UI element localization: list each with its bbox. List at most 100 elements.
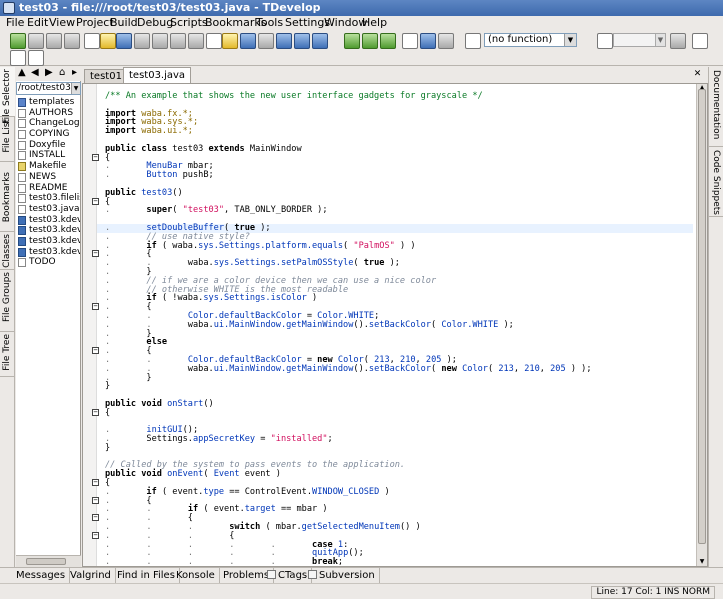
zoom-in-icon[interactable] [276, 33, 292, 49]
code-line[interactable]: } [105, 382, 693, 391]
code-line[interactable] [105, 180, 693, 189]
menu-tools[interactable]: Tools [256, 16, 283, 29]
scroll-down-icon[interactable]: ▼ [698, 558, 706, 566]
code-line[interactable]: . else [105, 338, 693, 347]
tab-file-list[interactable]: File List [0, 117, 15, 162]
list-item[interactable]: TODO [17, 257, 80, 268]
list-item[interactable]: INSTALL [17, 150, 80, 161]
new-project-icon[interactable] [10, 33, 26, 49]
code-line[interactable]: . Button pushB; [105, 171, 693, 180]
tab-messages[interactable]: Messages [12, 568, 71, 584]
home-icon[interactable]: ⌂ [59, 67, 65, 78]
list-item[interactable]: ChangeLog [17, 118, 80, 129]
class-combo[interactable]: ▼ [613, 33, 666, 47]
function-doc-icon[interactable] [465, 33, 481, 49]
menu-help[interactable]: Help [362, 16, 387, 29]
list-item[interactable]: templates [17, 97, 80, 108]
menu-view[interactable]: View [49, 16, 75, 29]
path-combo[interactable]: /root/test03/ ▼ [16, 82, 81, 95]
tab-file-groups[interactable]: File Groups [0, 270, 15, 332]
code-line[interactable]: . if ( !waba.sys.Settings.isColor ) [105, 294, 693, 303]
list-item[interactable]: test03.java [17, 204, 80, 215]
list-item[interactable]: Doxyfile [17, 140, 80, 151]
list-item[interactable]: Makefile [17, 161, 80, 172]
chevron-down-icon[interactable]: ▼ [564, 34, 576, 46]
function-combo[interactable]: (no function) ▼ [484, 33, 577, 47]
cut-icon[interactable] [188, 33, 204, 49]
menu-scripts[interactable]: Scripts [170, 16, 208, 29]
clear-icon[interactable] [670, 33, 686, 49]
code-line[interactable]: . . waba.ui.MainWindow.getMainWindow().s… [105, 320, 693, 330]
zoom-out-icon[interactable] [294, 33, 310, 49]
find-icon[interactable] [240, 33, 256, 49]
tab-test01[interactable]: test01 [84, 69, 128, 83]
code-line[interactable]: . Settings.appSecretKey = "installed"; [105, 435, 693, 444]
code-line[interactable]: } [105, 444, 693, 453]
list-item[interactable]: test03.filelist [17, 193, 80, 204]
copy-icon[interactable] [206, 33, 222, 49]
menu-file[interactable]: File [6, 16, 24, 29]
menu-edit[interactable]: Edit [27, 16, 48, 29]
forward-icon[interactable] [64, 33, 80, 49]
back-arrow-icon[interactable]: ◀ [31, 67, 39, 78]
fold-marker-icon[interactable]: − [92, 153, 99, 161]
file-list-scrollbar[interactable] [16, 555, 81, 567]
stop-build-icon[interactable] [438, 33, 454, 49]
menu-window[interactable]: Window [324, 16, 367, 29]
menu-debug[interactable]: Debug [137, 16, 173, 29]
build-icon[interactable] [362, 33, 378, 49]
code-line[interactable]: . super( "test03", TAB_ONLY_BORDER ); [105, 206, 693, 215]
redo-icon[interactable] [170, 33, 186, 49]
close-icon[interactable]: ✕ [693, 70, 702, 79]
list-item[interactable]: test03.kdeve [17, 236, 80, 247]
debug-icon[interactable] [420, 33, 436, 49]
run-icon[interactable] [380, 33, 396, 49]
tab-find-in-files[interactable]: Find in Files [113, 568, 180, 584]
code-editor[interactable]: /** An example that shows the new user i… [82, 83, 708, 567]
paste-icon[interactable] [222, 33, 238, 49]
code-line[interactable]: . . waba.sys.Settings.setPalmOSStyle( tr… [105, 259, 693, 268]
chevron-down-icon[interactable]: ▼ [655, 34, 665, 46]
tab-bookmarks[interactable]: Bookmarks [0, 162, 15, 232]
fold-marker-icon[interactable]: − [92, 250, 99, 258]
code-line[interactable]: . if ( event.type == ControlEvent.WINDOW… [105, 487, 693, 497]
code-line[interactable]: −{ [92, 408, 693, 418]
list-item[interactable]: test03.kdevs [17, 247, 80, 258]
code-line[interactable]: public class test03 extends MainWindow [105, 144, 693, 154]
new-class-icon[interactable] [402, 33, 418, 49]
chevron-down-icon[interactable]: ▼ [71, 83, 80, 94]
tab-documentation[interactable]: Documentation [709, 67, 723, 147]
list-item[interactable]: test03.kdeve [17, 225, 80, 236]
code-line[interactable]: . } [105, 329, 693, 339]
tab-konsole[interactable]: Konsole [172, 568, 220, 584]
list-item[interactable]: README [17, 183, 80, 194]
new-doc-icon[interactable] [10, 50, 26, 66]
code-line[interactable]: public test03() [105, 188, 693, 198]
open-doc-icon[interactable] [28, 50, 44, 66]
code-line[interactable]: . . . . . break; [105, 558, 693, 567]
code-line[interactable]: public void onStart() [105, 399, 693, 409]
menu-build[interactable]: Build [110, 16, 138, 29]
up-arrow-icon[interactable]: ▲ [18, 67, 26, 78]
list-item[interactable]: NEWS [17, 172, 80, 183]
compile-icon[interactable] [344, 33, 360, 49]
fold-marker-icon[interactable]: − [92, 197, 99, 205]
save-icon[interactable] [116, 33, 132, 49]
code-line[interactable]: /** An example that shows the new user i… [105, 92, 693, 101]
tab-classes[interactable]: Classes [0, 232, 15, 270]
fold-marker-icon[interactable]: − [92, 408, 99, 416]
code-line[interactable]: . . if ( event.target == mbar ) [105, 505, 693, 514]
tab-test03-java[interactable]: test03.java [123, 67, 192, 83]
tab-code-snippets[interactable]: Code Snippets [709, 147, 723, 217]
scrollbar-thumb[interactable] [26, 558, 66, 565]
stop-icon[interactable] [46, 33, 62, 49]
menu-arrow-icon[interactable]: ▸ [72, 67, 77, 78]
code-line[interactable]: . } [105, 373, 693, 383]
list-item[interactable]: COPYING [17, 129, 80, 140]
source-code[interactable]: /** An example that shows the new user i… [92, 92, 693, 567]
undo-icon[interactable] [152, 33, 168, 49]
code-line[interactable]: . if ( waba.sys.Settings.platform.equals… [105, 241, 693, 251]
tab-file-tree[interactable]: File Tree [0, 332, 15, 377]
tab-subversion[interactable]: Subversion [304, 568, 380, 584]
replace-icon[interactable] [258, 33, 274, 49]
